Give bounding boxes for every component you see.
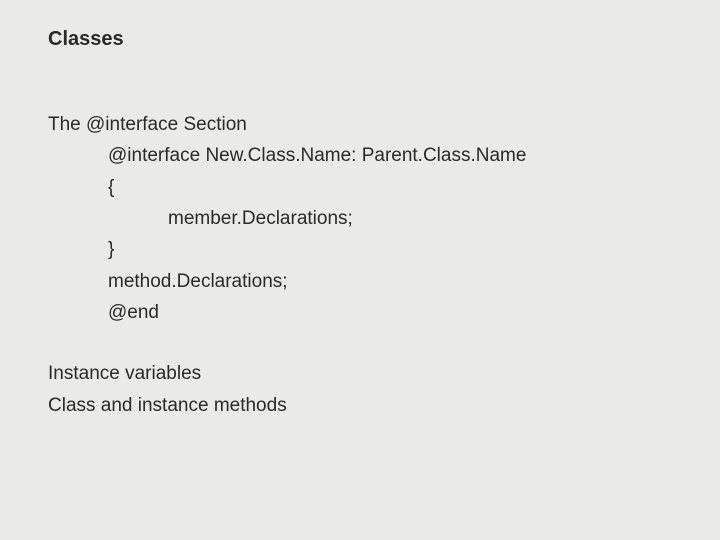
text-line: @end — [48, 297, 720, 328]
slide: Classes The @interface Section @interfac… — [0, 0, 720, 540]
text-line: { — [48, 172, 720, 203]
text-line: @interface New.Class.Name: Parent.Class.… — [48, 140, 720, 171]
spacer — [48, 328, 720, 358]
text-line: Instance variables — [48, 358, 720, 389]
text-line: method.Declarations; — [48, 266, 720, 297]
text-line: member.Declarations; — [48, 203, 720, 234]
slide-title: Classes — [48, 28, 720, 51]
text-line: Class and instance methods — [48, 390, 720, 421]
slide-body: The @interface Section @interface New.Cl… — [48, 109, 720, 421]
text-line: } — [48, 234, 720, 265]
text-line: The @interface Section — [48, 109, 720, 140]
